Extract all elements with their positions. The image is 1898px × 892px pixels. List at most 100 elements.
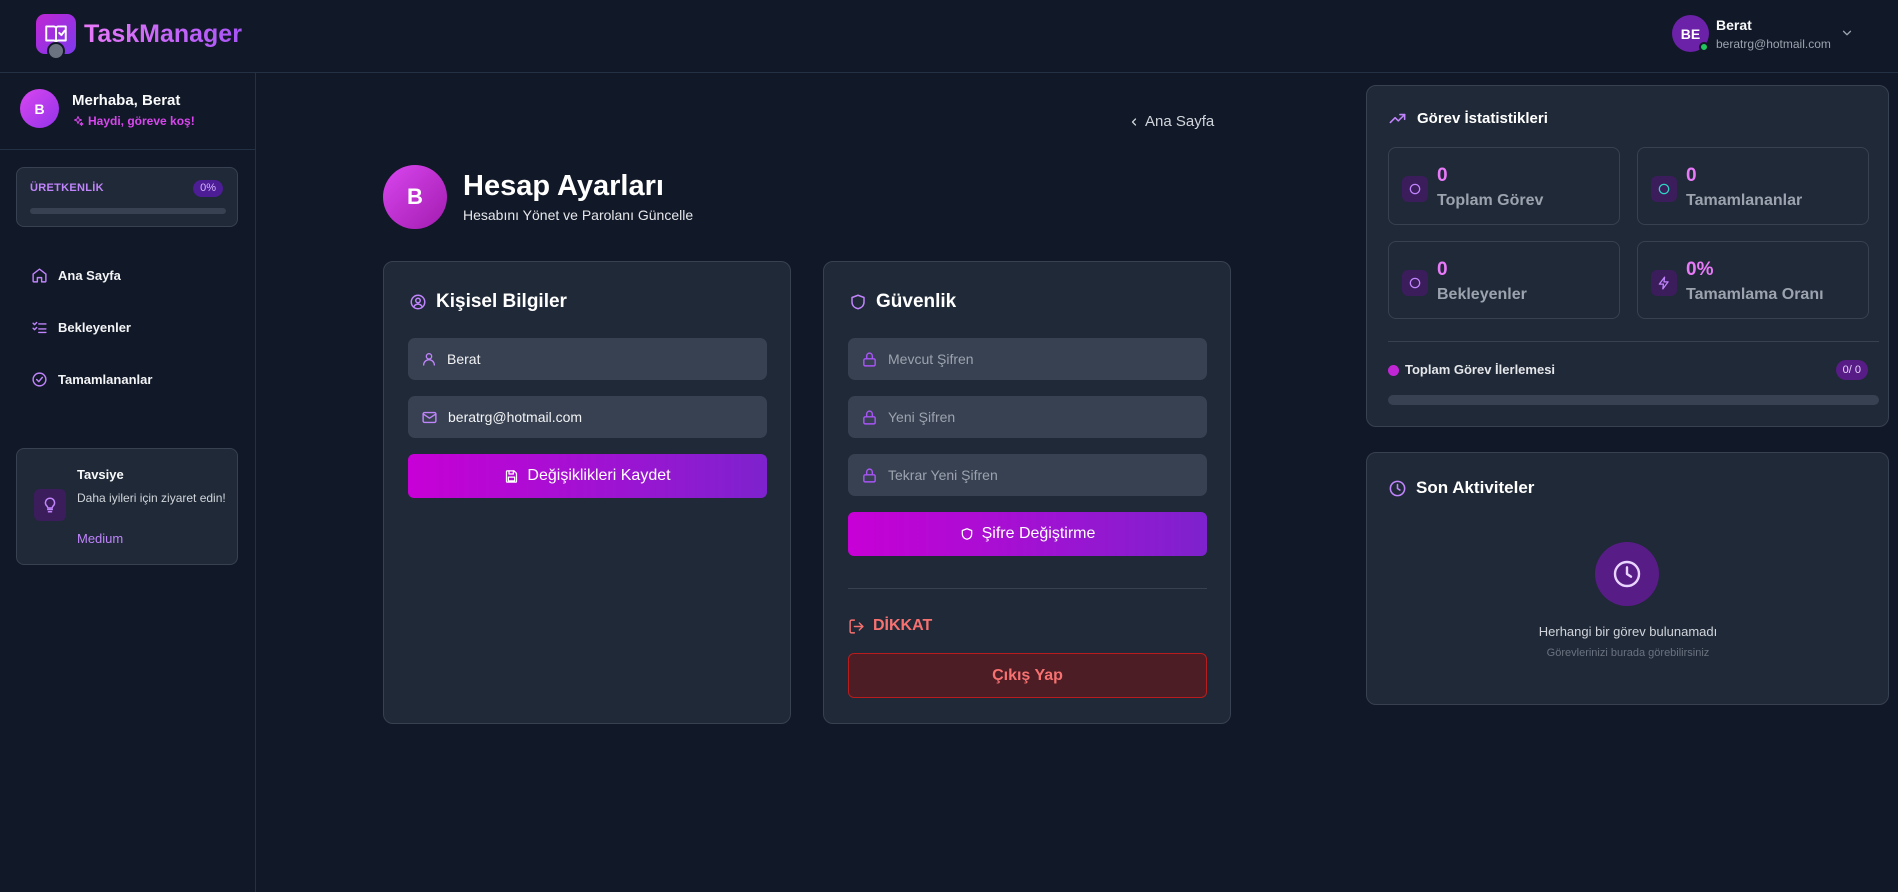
stat-total-tasks: 0 Toplam Görev: [1388, 147, 1620, 225]
current-password-field[interactable]: [848, 338, 1207, 380]
save-icon: [506, 469, 518, 483]
recent-activity-title-text: Son Aktiviteler: [1416, 478, 1535, 497]
productivity-badge: 0%: [193, 180, 223, 197]
online-status-dot: [1699, 42, 1709, 52]
stat-label: Bekleyenler: [1437, 286, 1527, 303]
save-changes-button[interactable]: Değişiklikleri Kaydet: [408, 454, 767, 498]
warning-title-text: DİKKAT: [873, 617, 933, 634]
stat-label: Tamamlama Oranı: [1686, 286, 1824, 303]
email-field[interactable]: [408, 396, 767, 438]
task-stats-title: Görev İstatistikleri: [1388, 109, 1548, 128]
clock-icon: [1595, 542, 1659, 606]
logout-icon: [849, 618, 864, 634]
warning-title: DİKKAT: [848, 617, 932, 635]
chevron-down-icon[interactable]: [1840, 26, 1854, 40]
app-name[interactable]: TaskManager: [84, 20, 242, 49]
personal-info-title: Kişisel Bilgiler: [409, 291, 567, 313]
stat-value: 0: [1686, 165, 1697, 186]
empty-state-text: Herhangi bir görev bulunamadı: [1538, 624, 1718, 639]
change-password-button[interactable]: Şifre Değiştirme: [848, 512, 1207, 556]
email-input[interactable]: [448, 409, 748, 425]
task-stats-title-text: Görev İstatistikleri: [1417, 110, 1548, 127]
lightbulb-icon: [34, 489, 66, 521]
shield-icon: [961, 528, 972, 540]
stat-value: 0: [1437, 165, 1448, 186]
list-check-icon: [32, 321, 47, 333]
page-avatar: B: [383, 165, 447, 229]
check-circle-icon: [32, 371, 47, 387]
medium-link[interactable]: Medium: [77, 531, 123, 546]
lock-icon: [863, 467, 876, 483]
circle-icon: [1402, 176, 1428, 202]
save-changes-label: Değişiklikleri Kaydet: [527, 467, 671, 484]
name-input[interactable]: [447, 351, 747, 367]
greeting-text: Merhaba, Berat: [72, 92, 181, 109]
sidebar-avatar: B: [20, 89, 59, 128]
circle-icon: [1651, 176, 1677, 202]
personal-info-title-text: Kişisel Bilgiler: [436, 291, 567, 312]
top-bar: TaskManager BE Berat beratrg@hotmail.com: [0, 0, 1898, 73]
sidebar-item-label: Tamamlananlar: [58, 371, 153, 387]
zap-icon: [1651, 270, 1677, 296]
security-title: Güvenlik: [849, 291, 956, 313]
lock-icon: [863, 351, 876, 367]
empty-state-subtext: Görevlerinizi burada görebilirsiniz: [1546, 647, 1710, 659]
sidebar-item-home[interactable]: Ana Sayfa: [16, 258, 238, 292]
current-password-input[interactable]: [888, 351, 1188, 367]
name-field[interactable]: [408, 338, 767, 380]
sidebar-item-pending[interactable]: Bekleyenler: [16, 310, 238, 344]
change-password-label: Şifre Değiştirme: [981, 525, 1096, 542]
task-progress-label: Toplam Görev İlerlemesi: [1405, 362, 1556, 377]
sidebar-item-label: Bekleyenler: [58, 319, 131, 335]
stat-label: Toplam Görev: [1437, 192, 1544, 209]
tip-title: Tavsiye: [77, 467, 124, 482]
home-icon: [32, 267, 47, 283]
back-link-label: Ana Sayfa: [1145, 113, 1215, 130]
shield-icon: [851, 294, 865, 310]
clock-icon: [1389, 480, 1406, 496]
productivity-bar: [30, 208, 226, 214]
security-title-text: Güvenlik: [876, 291, 957, 312]
stat-pending: 0 Bekleyenler: [1388, 241, 1620, 319]
sidebar: B Merhaba, Berat Haydi, göreve koş! ÜRET…: [0, 73, 256, 892]
task-stats-card: Görev İstatistikleri 0 Toplam Görev 0 Ta…: [1366, 85, 1889, 427]
back-to-home-link[interactable]: Ana Sayfa: [1128, 113, 1214, 130]
sidebar-greeting: B Merhaba, Berat Haydi, göreve koş!: [0, 73, 255, 150]
user-icon: [423, 353, 435, 366]
stat-value: 0%: [1686, 259, 1714, 280]
page-subtitle: Hesabını Yönet ve Parolanı Güncelle: [463, 207, 694, 223]
stat-completed: 0 Tamamlananlar: [1637, 147, 1869, 225]
divider: [848, 588, 1207, 589]
repeat-password-field[interactable]: [848, 454, 1207, 496]
tip-card: Tavsiye Daha iyileri için ziyaret edin! …: [16, 448, 238, 565]
logout-button[interactable]: Çıkış Yap: [848, 653, 1207, 698]
productivity-card: ÜRETKENLİK 0%: [16, 167, 238, 227]
divider: [1388, 341, 1879, 342]
progress-dot: [1388, 365, 1399, 376]
recent-activity-title: Son Aktiviteler: [1388, 478, 1534, 498]
personal-info-card: Kişisel Bilgiler Değişiklikleri Kaydet: [383, 261, 791, 724]
repeat-password-input[interactable]: [888, 467, 1188, 483]
motto: Haydi, göreve koş!: [72, 114, 195, 128]
sparkles-icon: [74, 116, 84, 126]
user-circle-icon: [410, 294, 426, 310]
new-password-field[interactable]: [848, 396, 1207, 438]
chevron-left-icon: [1131, 117, 1137, 126]
task-progress-bar: [1388, 395, 1879, 405]
logo-status-dot: [47, 42, 65, 60]
productivity-label: ÜRETKENLİK: [30, 182, 104, 194]
mail-icon: [422, 411, 437, 423]
new-password-input[interactable]: [888, 409, 1188, 425]
motto-text: Haydi, göreve koş!: [88, 114, 195, 128]
user-name[interactable]: Berat: [1716, 17, 1752, 33]
sidebar-item-completed[interactable]: Tamamlananlar: [16, 362, 238, 396]
stat-label: Tamamlananlar: [1686, 192, 1803, 209]
tip-text: Daha iyileri için ziyaret edin!: [77, 491, 226, 505]
task-progress-badge: 0/ 0: [1835, 360, 1868, 380]
stat-value: 0: [1437, 259, 1448, 280]
recent-activity-card: Son Aktiviteler Herhangi bir görev bulun…: [1366, 452, 1889, 705]
lock-icon: [863, 409, 876, 425]
security-card: Güvenlik Şifre Değiştirme DİKKAT Çıkış Y…: [823, 261, 1231, 724]
user-email: beratrg@hotmail.com: [1716, 37, 1831, 51]
stat-completion-rate: 0% Tamamlama Oranı: [1637, 241, 1869, 319]
